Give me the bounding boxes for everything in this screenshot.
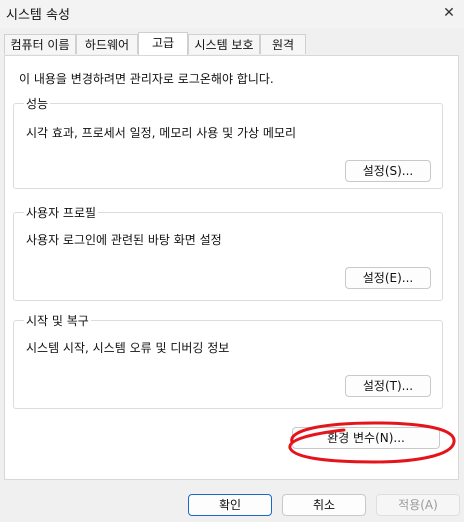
startup-recovery-description: 시스템 시작, 시스템 오류 및 디버깅 정보 [26, 341, 230, 355]
dialog-footer: 확인 취소 적용(A) [0, 480, 464, 522]
tab-computer-name[interactable]: 컴퓨터 이름 [4, 34, 76, 54]
user-profiles-settings-button[interactable]: 설정(E)... [345, 267, 431, 289]
tab-hardware[interactable]: 하드웨어 [76, 34, 138, 54]
ok-button[interactable]: 확인 [188, 494, 272, 516]
cancel-button[interactable]: 취소 [282, 494, 366, 516]
startup-recovery-title: 시작 및 복구 [24, 312, 91, 329]
close-icon[interactable]: ✕ [436, 2, 462, 24]
user-profiles-title: 사용자 프로필 [24, 204, 99, 221]
performance-settings-button[interactable]: 설정(S)... [345, 160, 431, 182]
annotation-circle [288, 421, 456, 464]
tab-remote[interactable]: 원격 [260, 34, 306, 54]
user-profiles-group: 사용자 프로필 사용자 로그인에 관련된 바탕 화면 설정 설정(E)... [13, 204, 443, 301]
tab-advanced[interactable]: 고급 [138, 32, 188, 55]
startup-recovery-settings-button[interactable]: 설정(T)... [345, 375, 431, 397]
performance-group: 성능 시각 효과, 프로세서 일정, 메모리 사용 및 가상 메모리 설정(S)… [13, 95, 443, 189]
performance-description: 시각 효과, 프로세서 일정, 메모리 사용 및 가상 메모리 [26, 126, 296, 140]
tab-system-protection[interactable]: 시스템 보호 [188, 34, 260, 54]
tab-strip: 컴퓨터 이름 하드웨어 고급 시스템 보호 원격 [0, 32, 464, 55]
advanced-tab-panel: 이 내용을 변경하려면 관리자로 로그온해야 합니다. 성능 시각 효과, 프로… [4, 55, 459, 480]
apply-button[interactable]: 적용(A) [376, 494, 460, 516]
startup-recovery-group: 시작 및 복구 시스템 시작, 시스템 오류 및 디버깅 정보 설정(T)... [13, 312, 443, 409]
window-title: 시스템 속성 [6, 8, 70, 23]
admin-notice: 이 내용을 변경하려면 관리자로 로그온해야 합니다. [19, 72, 274, 86]
user-profiles-description: 사용자 로그인에 관련된 바탕 화면 설정 [26, 233, 222, 247]
title-bar: 시스템 속성 ✕ [0, 0, 464, 28]
performance-title: 성능 [24, 95, 51, 112]
